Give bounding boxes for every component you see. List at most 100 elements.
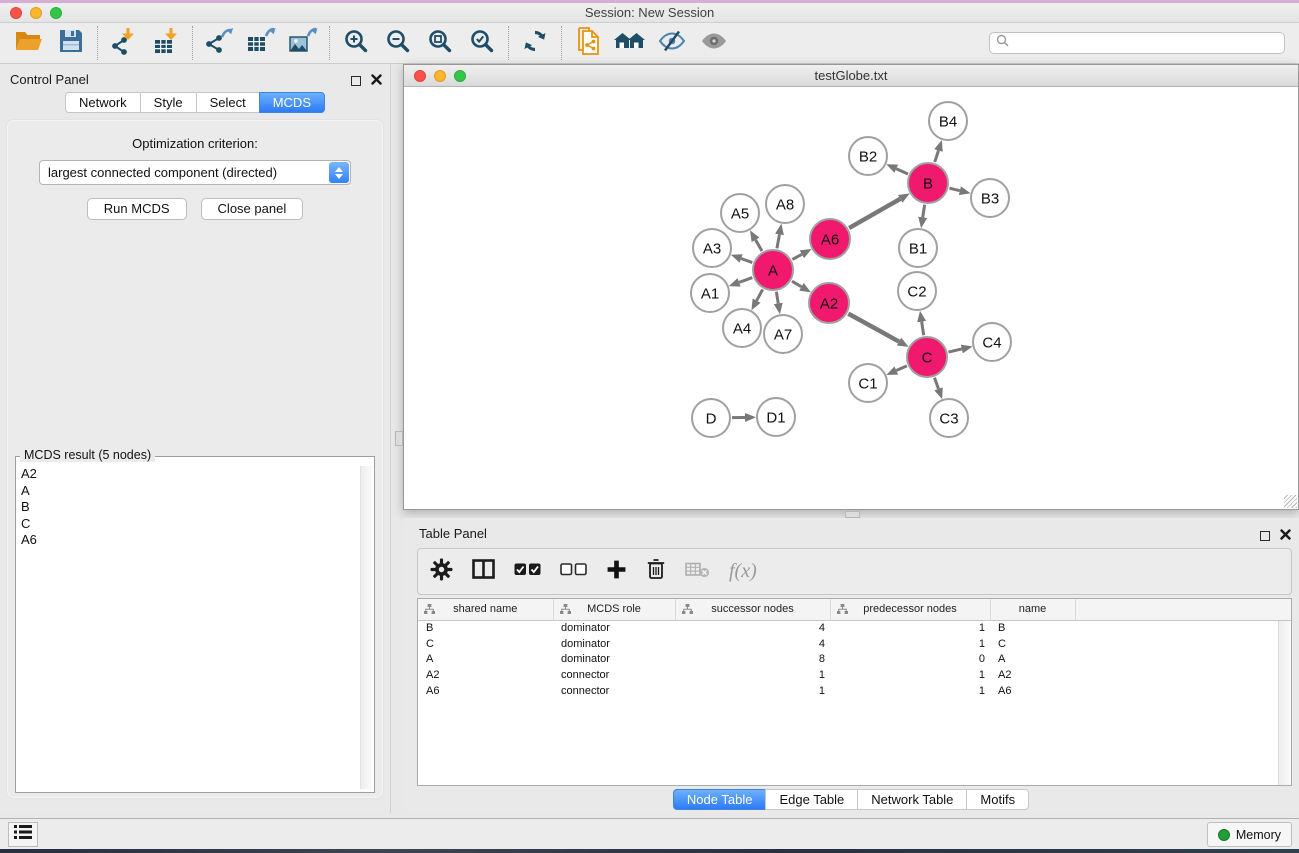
result-list-scrollbar[interactable] xyxy=(360,466,372,789)
table-cell[interactable]: 1 xyxy=(675,683,830,699)
network-zoom-button[interactable] xyxy=(454,70,466,82)
select-all-columns-button[interactable] xyxy=(514,563,541,581)
tab-network[interactable]: Network xyxy=(65,92,141,113)
table-cell[interactable]: A xyxy=(990,652,1075,668)
create-column-button[interactable] xyxy=(606,559,627,585)
graph-node-C1[interactable]: C1 xyxy=(849,364,887,402)
network-minimize-button[interactable] xyxy=(434,70,446,82)
search-field[interactable] xyxy=(989,32,1285,54)
graph-edge-A-A2[interactable] xyxy=(792,281,801,287)
tab-motifs[interactable]: Motifs xyxy=(966,789,1029,810)
hide-selected-button[interactable] xyxy=(651,25,693,61)
import-network-button[interactable] xyxy=(103,25,145,61)
export-table-button[interactable] xyxy=(240,25,282,61)
graph-node-C2[interactable]: C2 xyxy=(898,272,936,310)
close-panel-icon[interactable] xyxy=(371,72,382,90)
graph-node-D1[interactable]: D1 xyxy=(757,398,795,436)
mcds-result-item[interactable]: C xyxy=(18,516,358,533)
export-network-button[interactable] xyxy=(198,25,240,61)
zoom-fit-button[interactable] xyxy=(419,25,461,61)
close-panel-button[interactable]: Close panel xyxy=(201,198,304,220)
show-all-button[interactable] xyxy=(693,25,735,61)
column-header-shared-name[interactable]: shared name xyxy=(418,599,553,620)
tab-node-table[interactable]: Node Table xyxy=(673,789,767,810)
table-cell[interactable]: 4 xyxy=(675,620,830,636)
network-close-button[interactable] xyxy=(414,70,426,82)
table-cell[interactable]: connector xyxy=(553,667,675,683)
minimize-window-button[interactable] xyxy=(30,7,42,19)
tab-style[interactable]: Style xyxy=(140,92,197,113)
open-session-button[interactable] xyxy=(8,25,50,61)
table-scrollbar[interactable] xyxy=(1278,621,1291,785)
close-table-panel-icon[interactable] xyxy=(1280,527,1291,545)
graph-edge-C-C1[interactable] xyxy=(896,366,907,371)
table-cell[interactable]: 8 xyxy=(675,652,830,668)
table-cell[interactable]: C xyxy=(990,636,1075,652)
search-input[interactable] xyxy=(1013,36,1278,50)
graph-node-C3[interactable]: C3 xyxy=(930,399,968,437)
close-window-button[interactable] xyxy=(10,7,22,19)
unselect-all-columns-button[interactable] xyxy=(560,563,587,581)
table-cell[interactable]: 1 xyxy=(675,667,830,683)
criterion-dropdown[interactable]: largest connected component (directed) xyxy=(39,160,351,185)
graph-node-B2[interactable]: B2 xyxy=(849,137,887,175)
graph-node-B3[interactable]: B3 xyxy=(971,179,1009,217)
column-header-predecessor-nodes[interactable]: predecessor nodes xyxy=(830,599,990,620)
graph-edge-C-C4[interactable] xyxy=(948,349,961,352)
table-cell[interactable]: A2 xyxy=(418,667,553,683)
new-network-from-selection-button[interactable] xyxy=(567,25,609,61)
tab-select[interactable]: Select xyxy=(196,92,260,113)
graph-edge-A-A5[interactable] xyxy=(756,240,762,251)
network-canvas[interactable]: B4B2BB3A5A8A6B1A3AA1C2A2A4A7CC4C1C3DD1 xyxy=(404,88,1298,509)
graph-edge-A-A4[interactable] xyxy=(757,289,763,300)
zoom-selected-button[interactable] xyxy=(461,25,503,61)
column-header-successor-nodes[interactable]: successor nodes xyxy=(675,599,830,620)
table-cell[interactable]: A xyxy=(418,652,553,668)
window-resize-grip[interactable] xyxy=(1284,495,1297,508)
graph-node-A8[interactable]: A8 xyxy=(766,185,804,223)
mcds-result-list[interactable]: A2ABCA6 xyxy=(18,466,358,789)
table-cell[interactable]: A2 xyxy=(990,667,1075,683)
graph-edge-A-A6[interactable] xyxy=(792,254,802,259)
table-cell[interactable]: 4 xyxy=(675,636,830,652)
import-table-button[interactable] xyxy=(145,25,187,61)
mcds-result-item[interactable]: A2 xyxy=(18,466,358,483)
graph-node-A3[interactable]: A3 xyxy=(693,229,731,267)
table-cell[interactable]: C xyxy=(418,636,553,652)
table-cell[interactable]: 0 xyxy=(830,652,990,668)
mcds-result-item[interactable]: A xyxy=(18,483,358,500)
refresh-button[interactable] xyxy=(514,25,556,61)
splitter-handle-horizontal[interactable] xyxy=(845,511,860,518)
tab-mcds[interactable]: MCDS xyxy=(259,92,325,113)
table-cell[interactable]: A6 xyxy=(990,683,1075,699)
graph-node-C4[interactable]: C4 xyxy=(973,323,1011,361)
mcds-result-item[interactable]: A6 xyxy=(18,532,358,549)
export-image-button[interactable] xyxy=(282,25,324,61)
graph-edge-B-B4[interactable] xyxy=(935,151,939,163)
table-cell[interactable]: 1 xyxy=(830,683,990,699)
graph-edge-A-A8[interactable] xyxy=(777,234,780,248)
network-window-titlebar[interactable]: testGlobe.txt xyxy=(404,65,1298,87)
table-cell[interactable]: B xyxy=(418,620,553,636)
float-panel-icon[interactable] xyxy=(351,76,361,86)
graph-node-A[interactable]: A xyxy=(753,250,793,290)
delete-table-button[interactable] xyxy=(685,561,710,583)
table-cell[interactable]: 1 xyxy=(830,620,990,636)
table-cell[interactable]: dominator xyxy=(553,652,675,668)
zoom-window-button[interactable] xyxy=(50,7,62,19)
graph-node-A4[interactable]: A4 xyxy=(723,309,761,347)
tab-network-table[interactable]: Network Table xyxy=(857,789,967,810)
run-mcds-button[interactable]: Run MCDS xyxy=(87,198,187,220)
table-cell[interactable]: connector xyxy=(553,683,675,699)
graph-edge-A-A1[interactable] xyxy=(739,278,752,283)
graph-edge-C-C2[interactable] xyxy=(922,322,924,336)
table-cell[interactable]: A6 xyxy=(418,683,553,699)
delete-column-button[interactable] xyxy=(646,558,666,585)
table-cell[interactable]: dominator xyxy=(553,636,675,652)
table-cell[interactable]: 1 xyxy=(830,667,990,683)
graph-node-B4[interactable]: B4 xyxy=(929,102,967,140)
graph-edge-A-A3[interactable] xyxy=(741,259,752,263)
tab-edge-table[interactable]: Edge Table xyxy=(765,789,858,810)
save-session-button[interactable] xyxy=(50,25,92,61)
graph-edge-A2-C[interactable] xyxy=(848,314,899,342)
